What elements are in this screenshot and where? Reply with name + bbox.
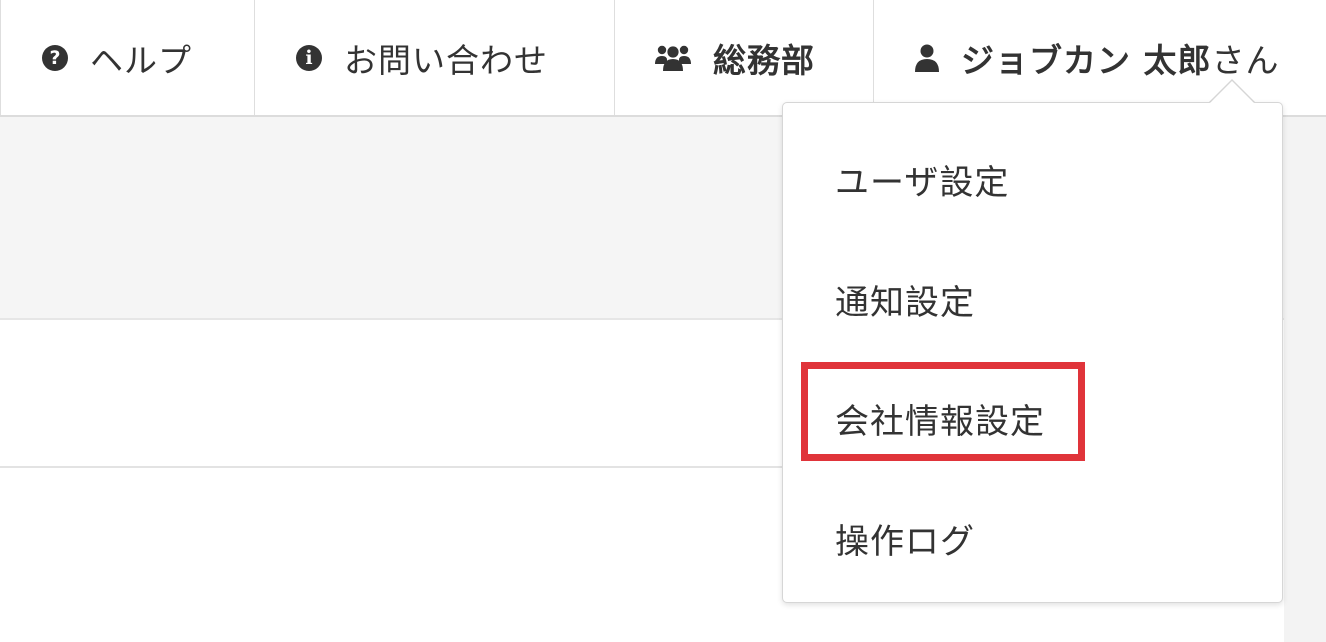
nav-separator — [254, 0, 255, 115]
users-icon — [655, 45, 691, 71]
user-name: ジョブカン 太郎 — [961, 40, 1212, 80]
nav-separator — [614, 0, 615, 115]
scrollbar-track[interactable] — [1284, 117, 1326, 642]
department-menu[interactable]: 総務部 — [655, 0, 873, 115]
menu-item-operation-log[interactable]: 操作ログ — [835, 514, 975, 563]
help-link[interactable]: ? ヘルプ — [42, 0, 254, 115]
highlight-box — [801, 362, 1085, 461]
question-circle-icon: ? — [42, 44, 68, 71]
menu-item-notification-settings[interactable]: 通知設定 — [835, 275, 975, 324]
menu-item-user-settings[interactable]: ユーザ設定 — [835, 155, 1009, 204]
content-divider — [0, 466, 790, 468]
user-dropdown-menu: ユーザ設定 通知設定 会社情報設定 操作ログ — [782, 102, 1283, 603]
department-label: 総務部 — [713, 40, 815, 80]
dropdown-caret-fill — [1210, 81, 1254, 103]
top-navigation-bar: ? ヘルプ i お問い合わせ 総務部 ジョブカン 太郎 さん — [0, 0, 1326, 117]
contact-label: お問い合わせ — [344, 40, 548, 80]
user-name-suffix: さん — [1211, 40, 1280, 80]
info-circle-icon: i — [296, 44, 322, 71]
nav-separator — [873, 0, 874, 115]
nav-separator — [0, 0, 1, 115]
user-icon — [915, 44, 939, 72]
help-label: ヘルプ — [90, 40, 192, 80]
contact-link[interactable]: i お問い合わせ — [296, 0, 614, 115]
user-menu[interactable]: ジョブカン 太郎 さん — [915, 0, 1320, 115]
